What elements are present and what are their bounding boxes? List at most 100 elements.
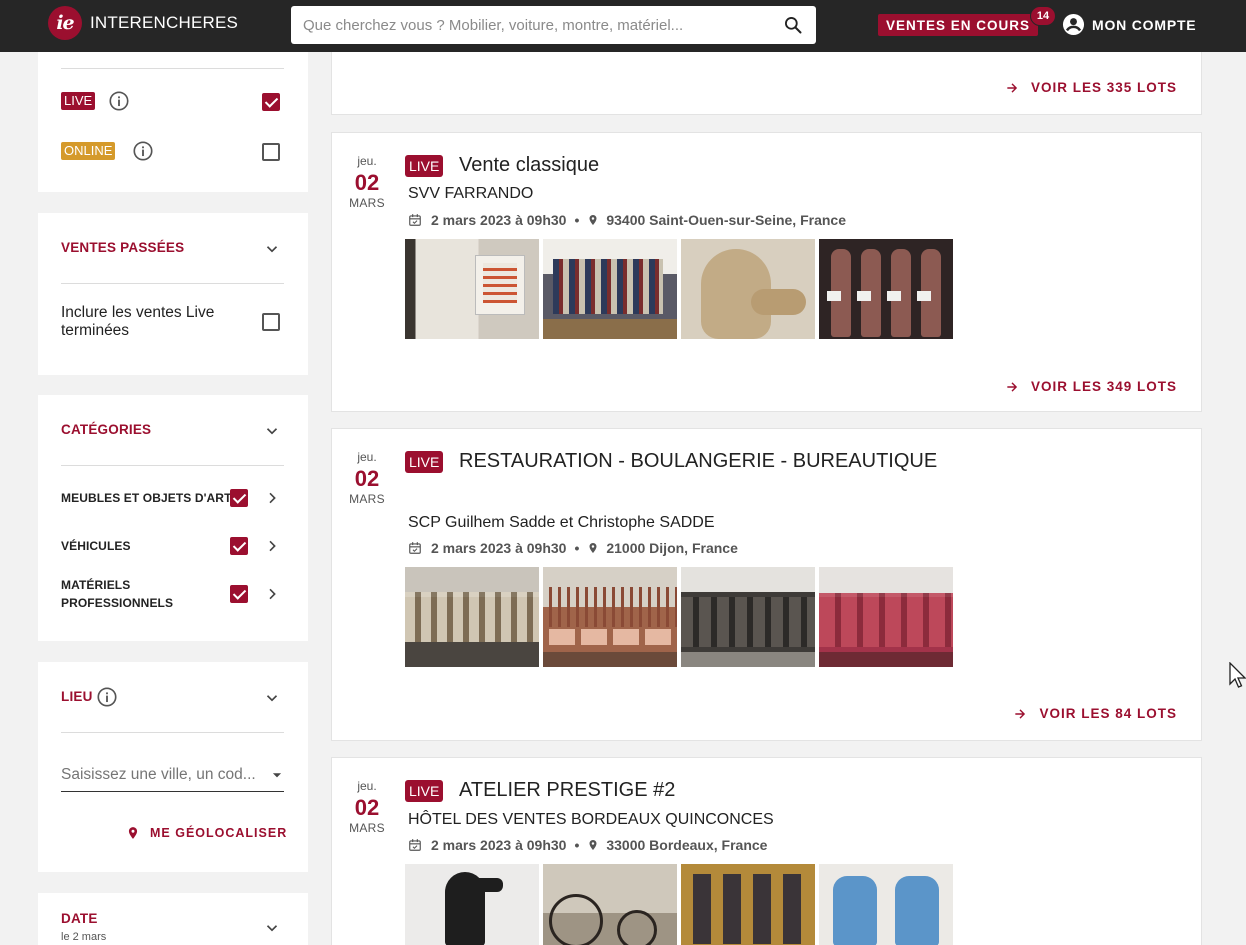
info-icon[interactable] bbox=[96, 686, 118, 708]
lot-thumbnail[interactable] bbox=[543, 567, 677, 667]
date-panel: DATE le 2 mars bbox=[38, 893, 308, 945]
auction-house[interactable]: SCP Guilhem Sadde et Christophe SADDE bbox=[408, 514, 715, 532]
sale-card[interactable]: jeu. 02 MARS LIVE Vente classique SVV FA… bbox=[331, 132, 1202, 412]
lot-thumbnail[interactable] bbox=[819, 567, 953, 667]
sale-title[interactable]: Vente classique bbox=[459, 154, 599, 177]
sale-datetime: 2 mars 2023 à 09h30 bbox=[431, 540, 567, 556]
info-icon[interactable] bbox=[108, 90, 130, 112]
lot-thumbnails bbox=[405, 864, 953, 945]
lot-thumbnails bbox=[405, 567, 953, 667]
search-button[interactable] bbox=[770, 6, 816, 44]
live-filter-checkbox[interactable] bbox=[262, 93, 280, 111]
see-lots-link[interactable]: VOIR LES 349 LOTS bbox=[1005, 379, 1177, 394]
sale-meta: 2 mars 2023 à 09h30 • 21000 Dijon, Franc… bbox=[408, 540, 738, 556]
arrow-right-icon bbox=[1007, 82, 1018, 93]
sale-date-weekday: jeu. bbox=[357, 154, 377, 168]
lot-thumbnail[interactable] bbox=[681, 567, 815, 667]
lot-thumbnails bbox=[405, 239, 953, 339]
sale-date: jeu. 02 MARS bbox=[332, 779, 402, 835]
category-checkbox-professional-equipment[interactable] bbox=[230, 585, 248, 603]
lot-thumbnail[interactable] bbox=[543, 864, 677, 945]
categories-title[interactable]: CATÉGORIES bbox=[61, 422, 151, 437]
dropdown-arrow-icon[interactable] bbox=[270, 768, 284, 782]
category-checkbox-furniture-art[interactable] bbox=[230, 489, 248, 507]
category-label: MATÉRIELS PROFESSIONNELS bbox=[61, 578, 174, 610]
calendar-icon bbox=[409, 839, 421, 851]
account-button[interactable]: MON COMPTE bbox=[1062, 13, 1196, 36]
lot-thumbnail[interactable] bbox=[681, 864, 815, 945]
chevron-right-icon[interactable] bbox=[264, 490, 280, 506]
chevron-down-icon[interactable] bbox=[263, 919, 281, 937]
divider bbox=[61, 283, 284, 284]
chevron-down-icon[interactable] bbox=[263, 240, 281, 258]
see-lots-label: VOIR LES 349 LOTS bbox=[1030, 379, 1177, 394]
location-field[interactable] bbox=[61, 758, 284, 792]
sale-meta: 2 mars 2023 à 09h30 • 93400 Saint-Ouen-s… bbox=[408, 212, 846, 228]
search-bar bbox=[291, 6, 816, 44]
top-bar: ie INTERENCHERES VENTES EN COURS 14 MON … bbox=[0, 0, 1246, 52]
auction-house[interactable]: SVV FARRANDO bbox=[408, 185, 533, 203]
category-checkbox-vehicles[interactable] bbox=[230, 537, 248, 555]
brand-name: INTERENCHERES bbox=[90, 13, 239, 32]
sale-date-day: 02 bbox=[354, 170, 380, 195]
sale-card[interactable]: jeu. 02 MARS LIVE ATELIER PRESTIGE #2 HÔ… bbox=[331, 757, 1202, 945]
sale-date-day: 02 bbox=[354, 795, 380, 820]
include-ended-live-checkbox[interactable] bbox=[262, 313, 280, 331]
live-sales-count-badge: 14 bbox=[1030, 6, 1056, 26]
location-input[interactable] bbox=[61, 765, 270, 784]
sale-date-weekday: jeu. bbox=[357, 450, 377, 464]
divider bbox=[61, 732, 284, 733]
sale-card[interactable]: jeu. 02 MARS LIVE RESTAURATION - BOULANG… bbox=[331, 428, 1202, 741]
past-sales-title[interactable]: VENTES PASSÉES bbox=[61, 240, 184, 255]
live-badge: LIVE bbox=[405, 780, 444, 802]
logo-mark: ie bbox=[48, 6, 82, 40]
see-lots-label: VOIR LES 84 LOTS bbox=[1039, 706, 1177, 721]
sale-type-filter-panel: LIVE ONLINE bbox=[38, 52, 308, 192]
categories-panel: CATÉGORIES MEUBLES ET OBJETS D'ART VÉHIC… bbox=[38, 395, 308, 641]
site-logo[interactable]: ie INTERENCHERES bbox=[48, 6, 238, 40]
lot-thumbnail[interactable] bbox=[681, 239, 815, 339]
chevron-right-icon[interactable] bbox=[264, 586, 280, 602]
sale-date-month: MARS bbox=[349, 492, 385, 506]
separator-dot: • bbox=[574, 212, 580, 228]
chevron-down-icon[interactable] bbox=[263, 422, 281, 440]
mouse-cursor-icon bbox=[1229, 662, 1246, 688]
geolocate-label: ME GÉOLOCALISER bbox=[150, 826, 288, 840]
location-pin-icon bbox=[589, 543, 597, 553]
category-label: MEUBLES ET OBJETS D'ART bbox=[61, 491, 232, 505]
date-subtitle: le 2 mars bbox=[61, 931, 107, 943]
sale-title[interactable]: ATELIER PRESTIGE #2 bbox=[459, 779, 675, 802]
online-filter-pill: ONLINE bbox=[61, 142, 116, 160]
sale-title[interactable]: RESTAURATION - BOULANGERIE - BUREAUTIQUE bbox=[459, 450, 937, 473]
lot-thumbnail[interactable] bbox=[405, 239, 539, 339]
sale-date: jeu. 02 MARS bbox=[332, 450, 402, 506]
search-input[interactable] bbox=[291, 6, 770, 44]
lot-thumbnail[interactable] bbox=[819, 864, 953, 945]
lot-thumbnail[interactable] bbox=[819, 239, 953, 339]
live-filter-pill: LIVE bbox=[61, 92, 96, 110]
separator-dot: • bbox=[574, 837, 580, 853]
see-lots-label: VOIR LES 335 LOTS bbox=[1030, 80, 1177, 95]
include-ended-live-label: Inclure les ventes Live terminées bbox=[61, 304, 215, 339]
see-lots-link[interactable]: VOIR LES 84 LOTS bbox=[1013, 706, 1177, 721]
date-title[interactable]: DATE bbox=[61, 911, 98, 926]
sale-location: 33000 Bordeaux, France bbox=[606, 837, 768, 853]
live-sales-button[interactable]: VENTES EN COURS bbox=[878, 14, 1039, 36]
chevron-right-icon[interactable] bbox=[264, 538, 280, 554]
location-pin-icon bbox=[589, 215, 597, 225]
arrow-right-icon bbox=[1015, 708, 1026, 719]
chevron-down-icon[interactable] bbox=[263, 689, 281, 707]
live-badge: LIVE bbox=[405, 451, 444, 473]
account-circle-icon bbox=[1062, 13, 1085, 36]
info-icon[interactable] bbox=[132, 140, 154, 162]
location-title[interactable]: LIEU bbox=[61, 689, 93, 704]
geolocate-button[interactable]: ME GÉOLOCALISER bbox=[126, 826, 287, 840]
lot-thumbnail[interactable] bbox=[543, 239, 677, 339]
lot-thumbnail[interactable] bbox=[405, 567, 539, 667]
divider bbox=[61, 68, 284, 69]
sale-location: 93400 Saint-Ouen-sur-Seine, France bbox=[606, 212, 846, 228]
auction-house[interactable]: HÔTEL DES VENTES BORDEAUX QUINCONCES bbox=[408, 811, 774, 829]
lot-thumbnail[interactable] bbox=[405, 864, 539, 945]
online-filter-checkbox[interactable] bbox=[262, 143, 280, 161]
see-lots-link[interactable]: VOIR LES 335 LOTS bbox=[1005, 80, 1177, 95]
